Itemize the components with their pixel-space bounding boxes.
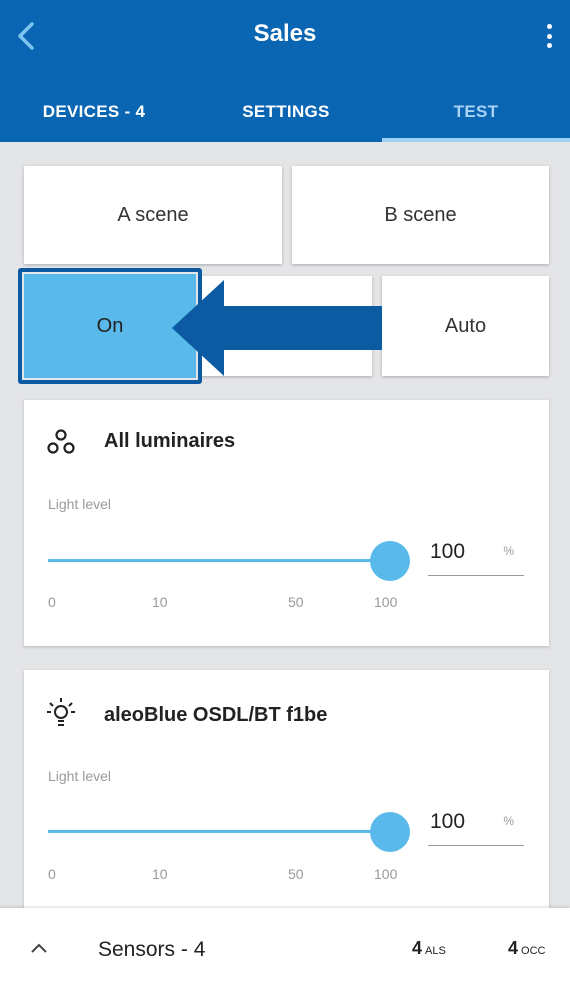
active-tab-indicator xyxy=(382,138,570,142)
tab-bar: DEVICES - 4 SETTINGS TEST xyxy=(0,82,570,142)
als-label: ALS xyxy=(425,945,446,957)
all-luminaires-card: All luminaires Light level 0 10 50 100 1… xyxy=(24,400,549,646)
light-level-slider-thumb[interactable] xyxy=(370,812,410,852)
device-card: aleoBlue OSDL/BT f1be Light level 0 10 5… xyxy=(24,670,549,920)
group-luminaires-icon xyxy=(47,429,75,454)
light-level-label: Light level xyxy=(48,768,112,784)
page-title: Sales xyxy=(253,20,317,47)
tab-test[interactable]: TEST xyxy=(382,82,570,142)
scene-a-button[interactable]: A scene xyxy=(24,166,282,264)
slider-tick-label: 100 xyxy=(374,594,398,610)
app-bar: Sales DEVICES - 4 SETTINGS TEST xyxy=(0,0,570,142)
more-vertical-icon xyxy=(546,24,552,29)
light-level-value: 100 xyxy=(430,540,466,563)
slider-tick-label: 0 xyxy=(48,594,56,610)
light-level-value: 100 xyxy=(430,810,466,833)
light-level-input[interactable]: 100 % xyxy=(428,806,524,846)
tab-devices[interactable]: DEVICES - 4 xyxy=(14,82,174,142)
percent-unit: % xyxy=(503,544,514,558)
sensors-bar[interactable]: Sensors - 4 4 ALS 4 OCC xyxy=(0,908,570,990)
slider-tick-label: 100 xyxy=(374,866,398,882)
als-count: 4 ALS xyxy=(412,938,446,958)
slider-tick-label: 0 xyxy=(48,866,56,882)
light-level-label: Light level xyxy=(48,496,112,512)
light-level-slider-track[interactable] xyxy=(48,559,388,562)
auto-mode-button[interactable]: Auto xyxy=(382,276,549,376)
light-level-input[interactable]: 100 % xyxy=(428,536,524,576)
annotation-arrow-icon xyxy=(172,280,382,376)
occ-label: OCC xyxy=(521,945,546,957)
chevron-up-icon[interactable] xyxy=(30,942,48,954)
slider-tick-label: 50 xyxy=(288,594,304,610)
percent-unit: % xyxy=(503,814,514,828)
scene-b-button[interactable]: B scene xyxy=(292,166,549,264)
light-level-slider-track[interactable] xyxy=(48,830,388,833)
card-title: aleoBlue OSDL/BT f1be xyxy=(104,704,328,726)
overflow-menu-button[interactable] xyxy=(542,20,556,52)
card-title: All luminaires xyxy=(104,430,236,452)
tab-settings[interactable]: SETTINGS xyxy=(200,82,372,142)
light-level-slider-thumb[interactable] xyxy=(370,541,410,581)
lightbulb-icon xyxy=(47,698,75,726)
slider-tick-label: 10 xyxy=(152,594,168,610)
occ-count: 4 OCC xyxy=(508,938,546,958)
slider-tick-label: 50 xyxy=(288,866,304,882)
slider-tick-label: 10 xyxy=(152,866,168,882)
sensors-title: Sensors - 4 xyxy=(98,938,206,961)
